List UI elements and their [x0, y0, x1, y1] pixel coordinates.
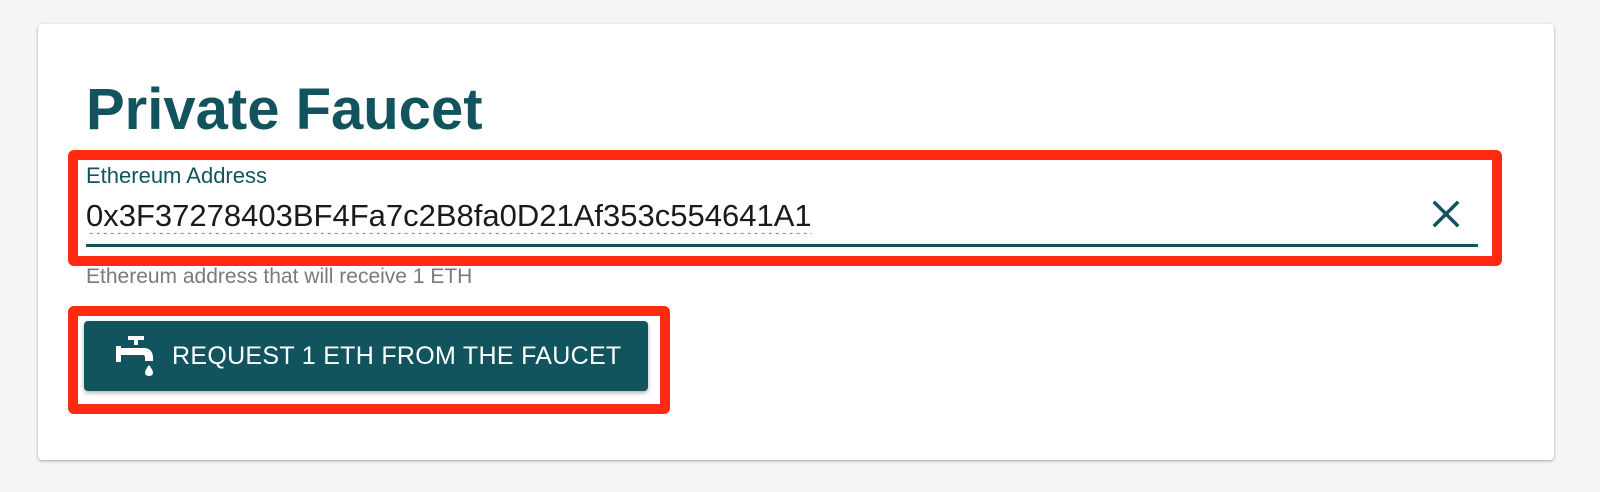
- ethereum-address-label: Ethereum Address: [86, 163, 267, 188]
- address-field-underline: [86, 244, 1478, 247]
- request-eth-button[interactable]: REQUEST 1 ETH FROM THE FAUCET: [84, 321, 648, 391]
- page-title: Private Faucet: [86, 77, 483, 142]
- address-helper-text: Ethereum address that will receive 1 ETH: [86, 265, 473, 288]
- ethereum-address-input[interactable]: [86, 196, 1416, 236]
- faucet-card: Private Faucet Ethereum Address Ethereum…: [38, 24, 1554, 460]
- request-eth-button-label: REQUEST 1 ETH FROM THE FAUCET: [172, 341, 622, 370]
- faucet-icon: [114, 334, 158, 378]
- ethereum-address-field: Ethereum Address: [86, 160, 1478, 250]
- clear-address-button[interactable]: [1428, 198, 1464, 234]
- close-icon: [1431, 199, 1461, 234]
